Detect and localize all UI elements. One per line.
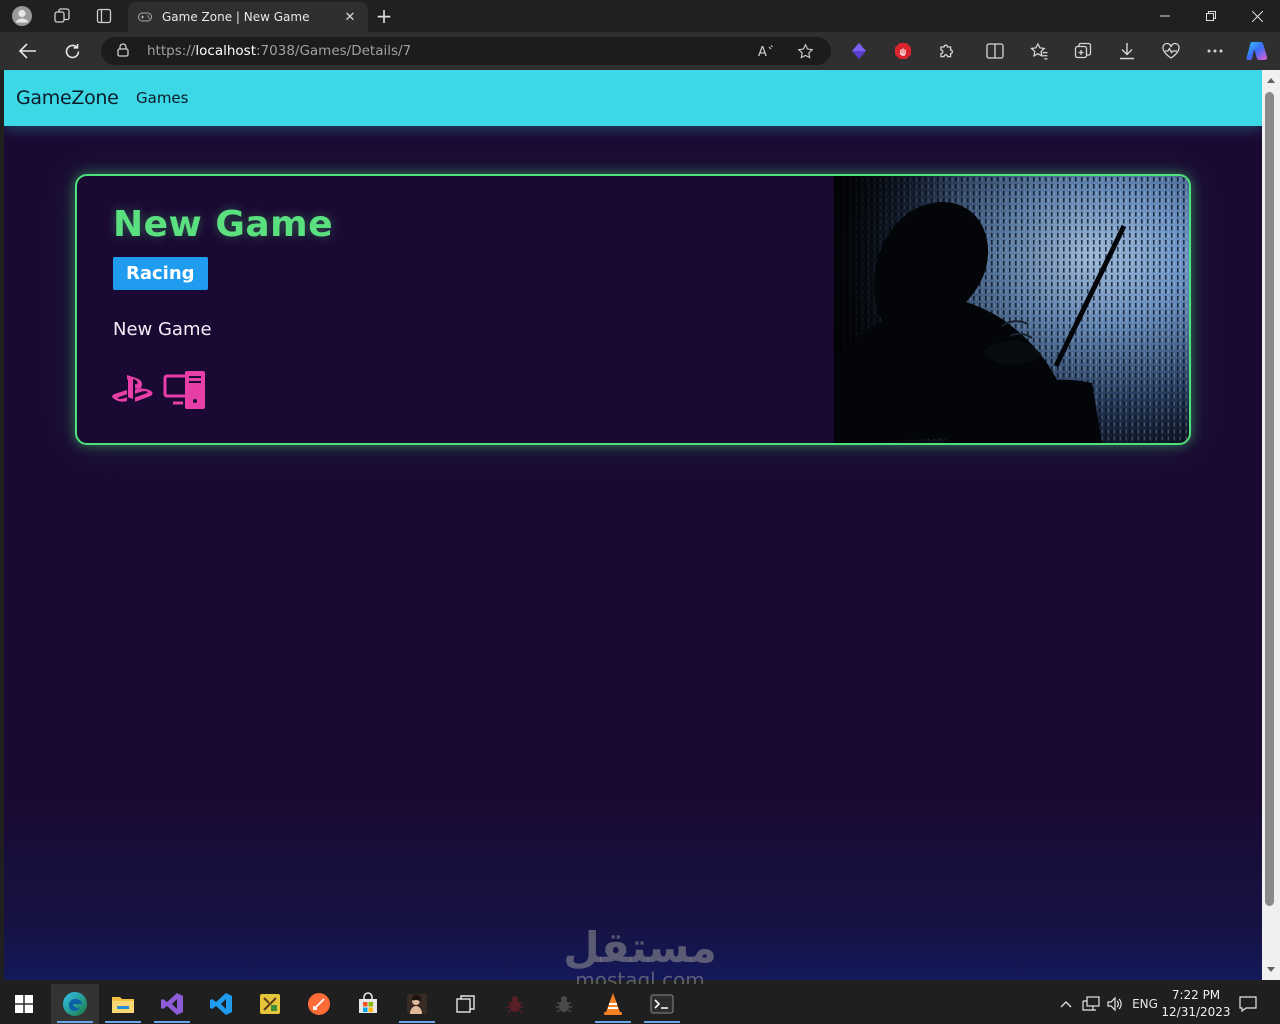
taskbar-vscode-icon[interactable]: [197, 984, 245, 1024]
svg-text:A: A: [758, 45, 767, 58]
url-text: https://localhost:7038/Games/Details/7: [147, 43, 412, 59]
taskbar-file-explorer-icon[interactable]: [99, 984, 147, 1024]
nav-link-games[interactable]: Games: [136, 89, 188, 107]
clock-date: 12/31/2023: [1161, 1005, 1231, 1019]
taskbar-visual-studio-icon[interactable]: [148, 984, 196, 1024]
read-aloud-icon[interactable]: A: [757, 41, 777, 61]
gamepad-icon: [138, 10, 152, 24]
taskbar-edge-icon[interactable]: [51, 984, 99, 1024]
taskbar-active-indicator: [105, 1021, 141, 1023]
downloads-icon[interactable]: [1116, 40, 1138, 62]
new-tab-button[interactable]: +: [372, 4, 396, 28]
browser-essentials-icon[interactable]: [1160, 40, 1182, 62]
platform-list: [111, 368, 207, 412]
game-details-card: New Game Racing New Game: [75, 174, 1191, 445]
taskbar-active-indicator: [154, 1021, 190, 1023]
taskbar-task-view-icon[interactable]: [442, 984, 490, 1024]
brand-logo[interactable]: GameZone: [16, 87, 119, 109]
network-icon[interactable]: [1080, 984, 1102, 1024]
workspaces-icon[interactable]: [50, 4, 74, 28]
taskbar-clock[interactable]: 7:22 PM 12/31/2023: [1160, 987, 1232, 1021]
taskbar-active-indicator: [595, 1021, 631, 1023]
copilot-icon[interactable]: [1246, 40, 1268, 62]
refresh-icon[interactable]: [58, 38, 86, 64]
restore-icon[interactable]: [1188, 0, 1234, 32]
game-cover-image: [834, 176, 1189, 443]
browser-titlebar: Game Zone | New Game ✕ +: [0, 0, 1280, 32]
more-options-icon[interactable]: [1204, 40, 1226, 62]
game-title: New Game: [113, 204, 334, 245]
taskbar-active-indicator: [644, 1021, 680, 1023]
taskbar-active-indicator: [399, 1021, 435, 1023]
taskbar-postman-icon[interactable]: [295, 984, 343, 1024]
category-badge: Racing: [113, 257, 208, 290]
lock-icon[interactable]: [117, 42, 133, 60]
extensions-puzzle-icon[interactable]: [936, 40, 958, 62]
browser-toolbar: https://localhost:7038/Games/Details/7 A: [0, 32, 1280, 70]
taskbar-sticky-app-icon[interactable]: [246, 984, 294, 1024]
favorite-star-icon[interactable]: [795, 41, 815, 61]
favorites-icon[interactable]: [1028, 40, 1050, 62]
volume-icon[interactable]: [1104, 984, 1126, 1024]
tab-actions-icon[interactable]: [92, 4, 116, 28]
taskbar-terminal-icon[interactable]: [638, 984, 686, 1024]
taskbar-store-icon[interactable]: [344, 984, 392, 1024]
show-hidden-icons-chevron-icon[interactable]: [1056, 984, 1076, 1024]
taskbar-active-indicator: [57, 1021, 93, 1023]
playstation-icon: [111, 368, 155, 412]
windows-start-icon[interactable]: [0, 984, 48, 1024]
taskbar-vlc-icon[interactable]: [589, 984, 637, 1024]
game-description: New Game: [113, 319, 212, 340]
minimize-icon[interactable]: [1142, 0, 1188, 32]
scroll-up-arrow-icon[interactable]: [1262, 72, 1280, 88]
back-arrow-icon[interactable]: [14, 38, 42, 64]
close-window-icon[interactable]: [1234, 0, 1280, 32]
windows-taskbar: ENG 7:22 PM 12/31/2023: [0, 984, 1280, 1024]
vertical-scrollbar[interactable]: [1262, 70, 1280, 980]
input-language[interactable]: ENG: [1128, 984, 1162, 1024]
collections-icon[interactable]: [1072, 40, 1094, 62]
scrollbar-thumb[interactable]: [1265, 92, 1274, 906]
tab-title: Game Zone | New Game: [162, 10, 310, 24]
page-viewport: GameZone Games New Game Racing New Game: [4, 70, 1262, 980]
taskbar-photo-app-icon[interactable]: [393, 984, 441, 1024]
taskbar-bug-icon[interactable]: [491, 984, 539, 1024]
clock-time: 7:22 PM: [1171, 988, 1221, 1002]
browser-tab-active[interactable]: Game Zone | New Game ✕: [128, 2, 368, 32]
profile-avatar-icon[interactable]: [10, 4, 34, 28]
close-tab-icon[interactable]: ✕: [342, 10, 358, 25]
adblock-hand-icon[interactable]: [892, 40, 914, 62]
pc-icon: [163, 368, 207, 412]
extension-gem-icon[interactable]: [848, 40, 870, 62]
address-bar[interactable]: https://localhost:7038/Games/Details/7 A: [101, 37, 831, 65]
site-navbar: GameZone Games: [4, 70, 1262, 126]
scroll-down-arrow-icon[interactable]: [1262, 962, 1280, 978]
split-screen-icon[interactable]: [984, 40, 1006, 62]
notifications-icon[interactable]: [1234, 984, 1262, 1024]
taskbar-bug-icon-2[interactable]: [540, 984, 588, 1024]
